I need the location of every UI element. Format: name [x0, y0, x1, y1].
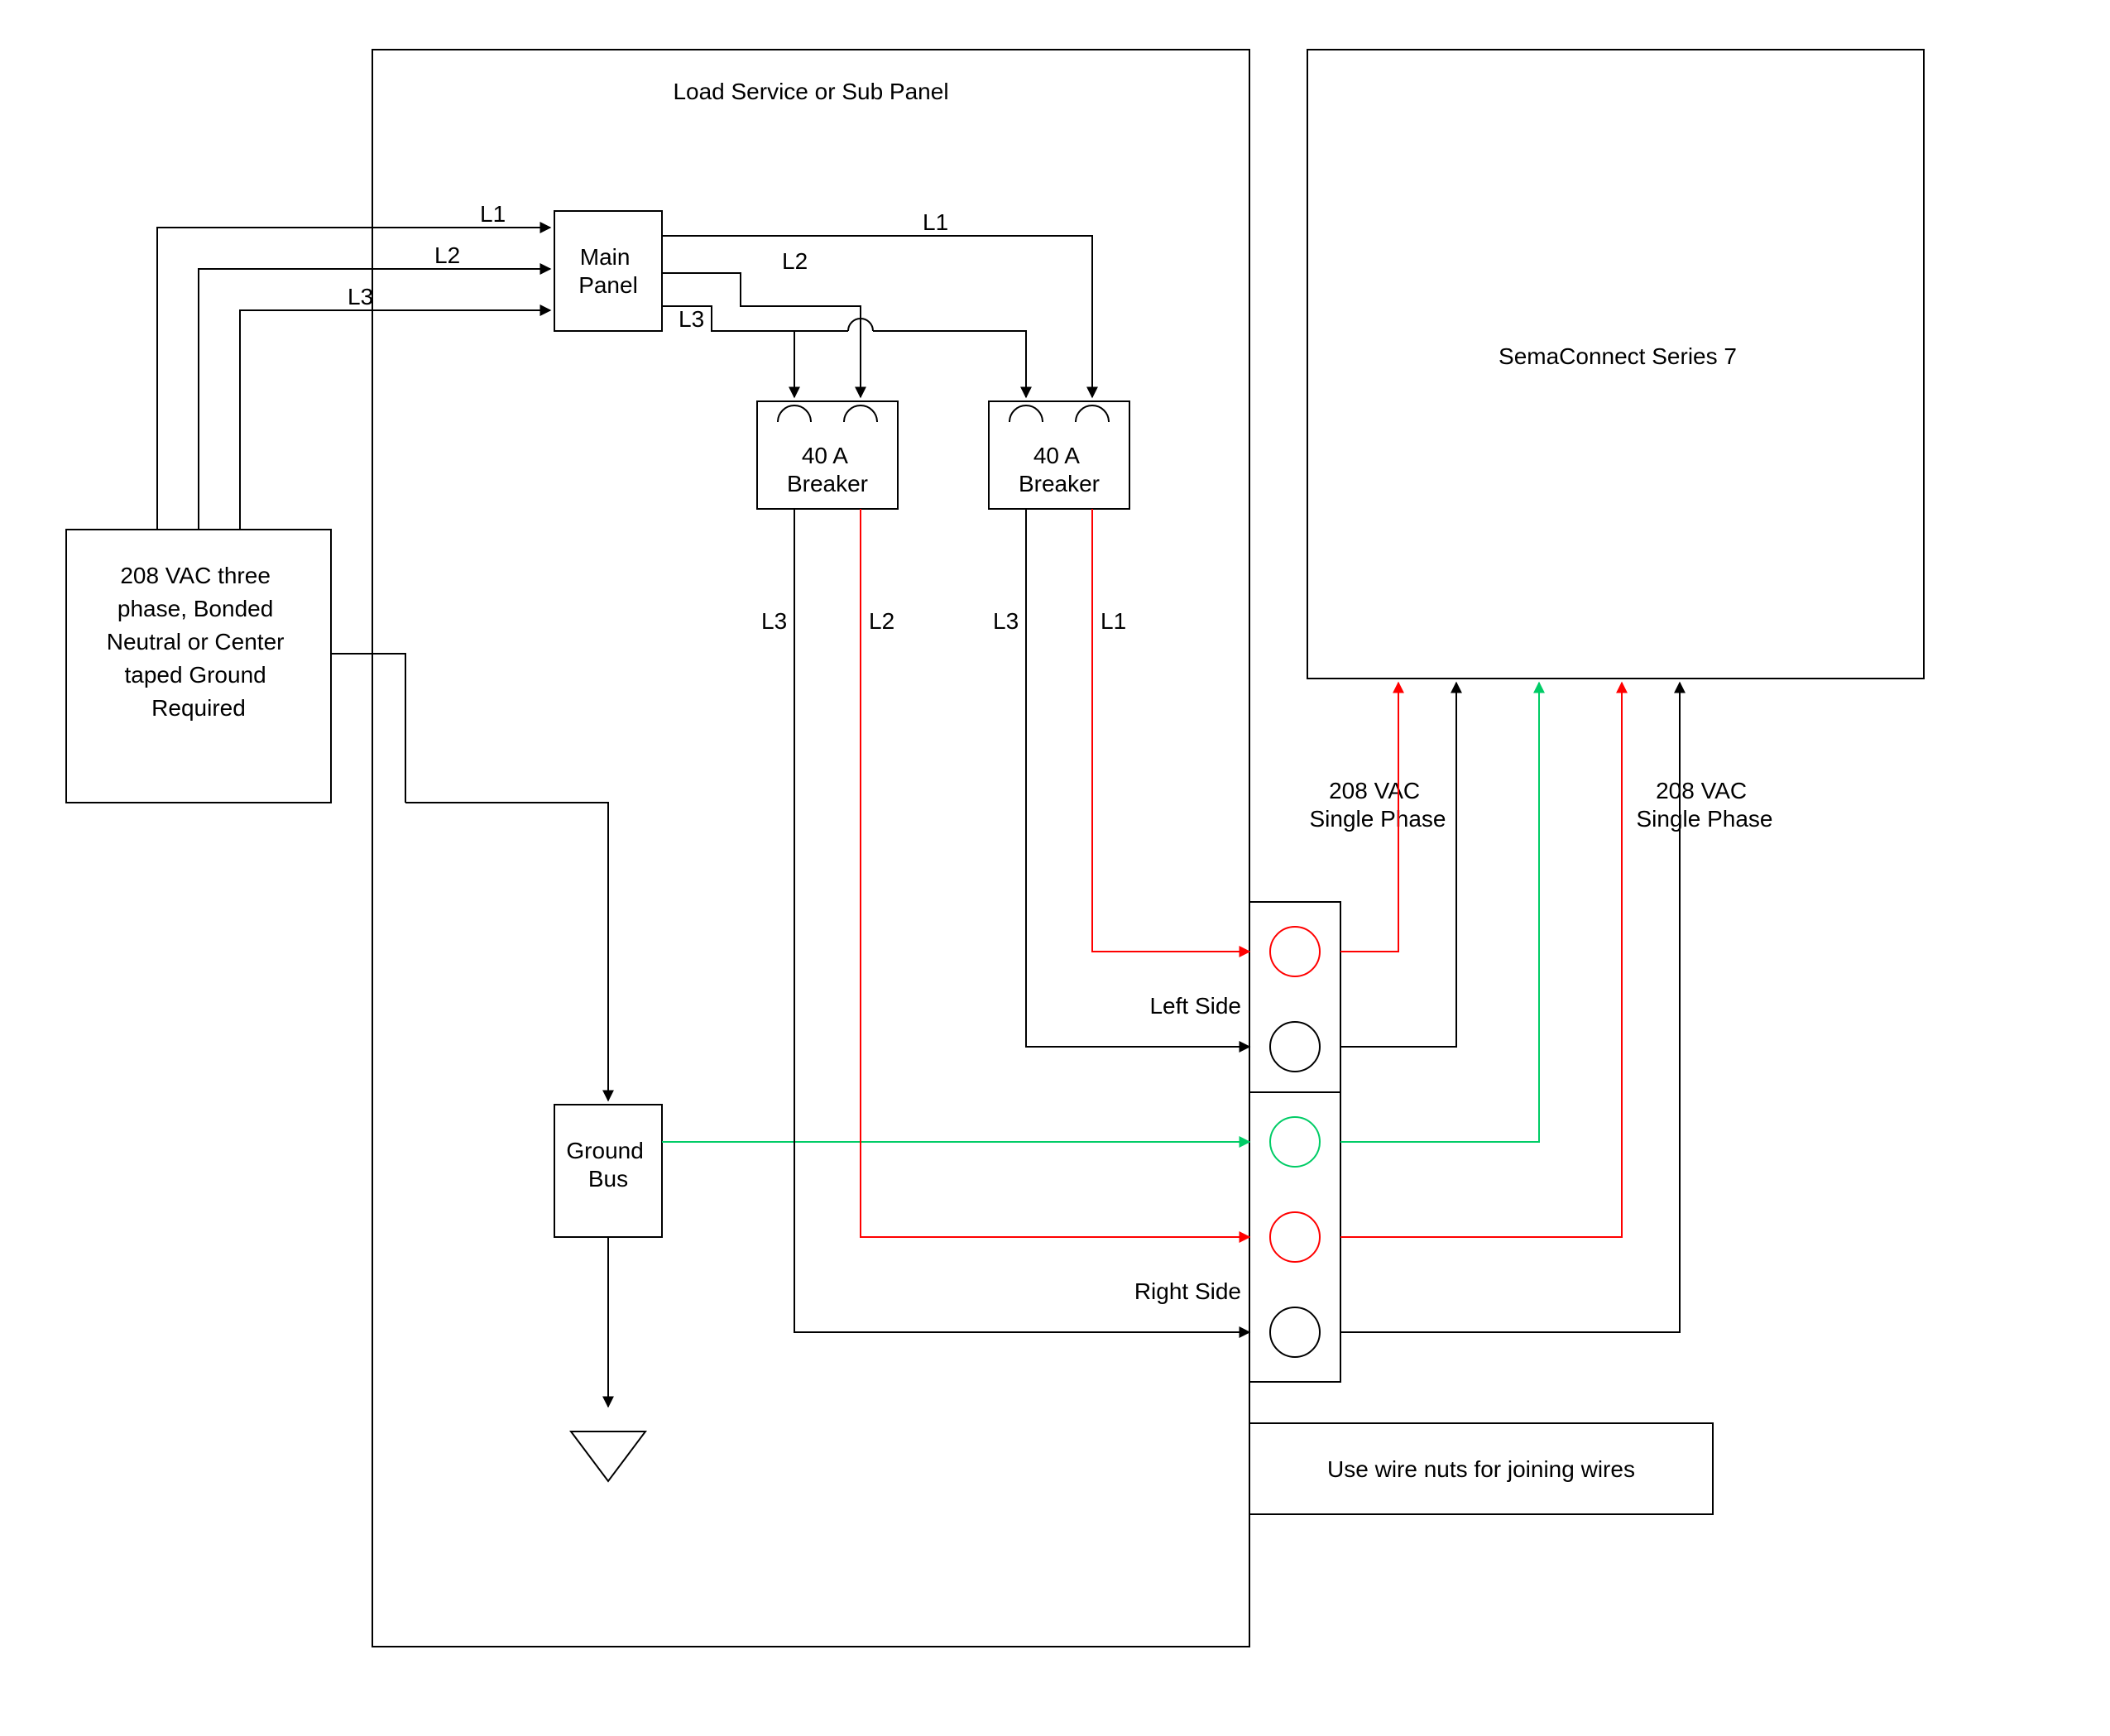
- panel-title: Load Service or Sub Panel: [673, 79, 948, 104]
- source-label: 208 VAC three phase, Bonded Neutral or C…: [107, 563, 291, 721]
- wiring-diagram: Load Service or Sub Panel Main Panel 40 …: [0, 0, 2110, 1736]
- load-service-panel-box: [372, 50, 1249, 1647]
- main-panel-line2: Panel: [578, 272, 638, 298]
- b1-l3: L3: [761, 608, 787, 634]
- phase-1-label: 208 VAC Single Phase: [1309, 778, 1446, 832]
- semaconnect-label: SemaConnect Series 7: [1499, 343, 1737, 369]
- terminal-block-box: [1249, 902, 1340, 1382]
- main-panel-label: Main Panel: [578, 244, 638, 298]
- main-panel-box: [554, 211, 662, 331]
- b1-l2: L2: [869, 608, 894, 634]
- b2-l1: L1: [1101, 608, 1126, 634]
- b2-l3: L3: [993, 608, 1019, 634]
- line-l1-in: L1: [480, 201, 506, 227]
- line-mp-l1: L1: [923, 209, 948, 235]
- breaker-2-label: 40 A Breaker: [1019, 443, 1100, 496]
- breaker-1-label: 40 A Breaker: [787, 443, 868, 496]
- line-l3-in: L3: [348, 284, 373, 309]
- phase-2-label: 208 VAC Single Phase: [1636, 778, 1772, 832]
- line-mp-l3: L3: [679, 306, 704, 332]
- line-l2-in: L2: [434, 242, 460, 268]
- ground-bus-label: Ground Bus: [566, 1138, 650, 1192]
- left-side-label: Left Side: [1149, 993, 1241, 1019]
- right-side-label: Right Side: [1134, 1278, 1241, 1304]
- line-mp-l2: L2: [782, 248, 808, 274]
- wire-nuts-note: Use wire nuts for joining wires: [1327, 1456, 1635, 1482]
- main-panel-line1: Main: [580, 244, 631, 270]
